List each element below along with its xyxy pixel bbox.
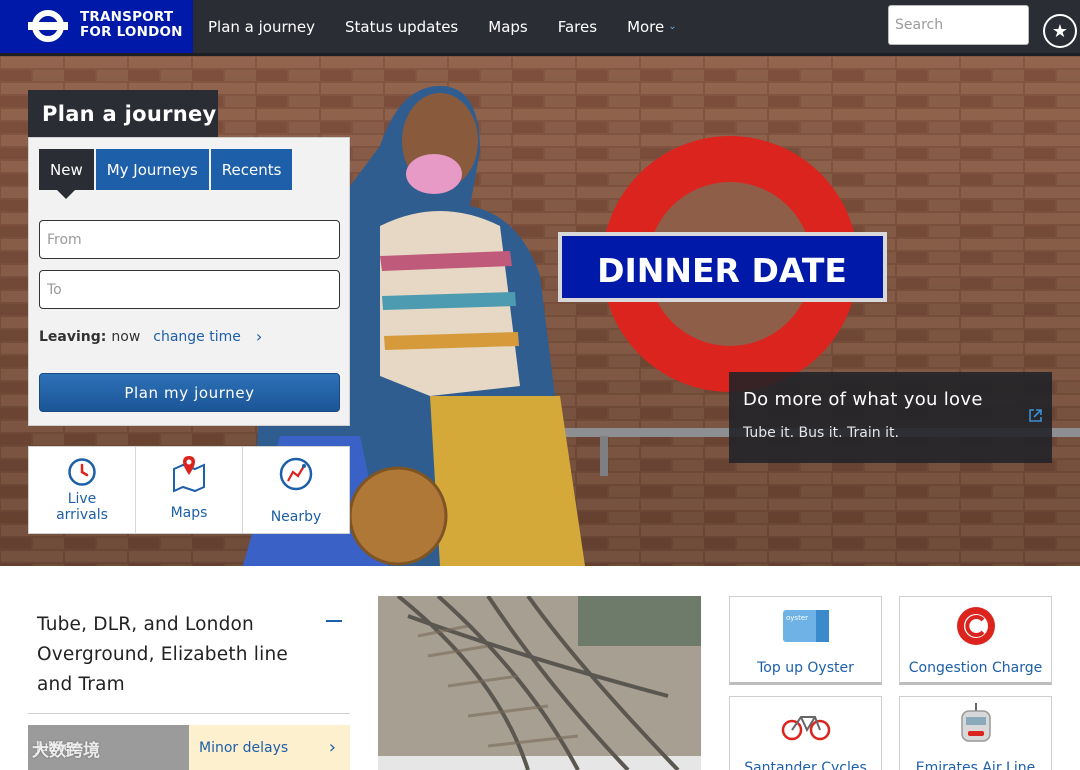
nav-maps[interactable]: Maps: [488, 18, 527, 36]
brand-text: TRANSPORT FOR LONDON: [80, 10, 183, 40]
bicycle-icon: [781, 716, 830, 741]
chevron-right-icon: ›: [255, 327, 263, 346]
clock-icon: [68, 458, 96, 486]
main-nav: Plan a journey Status updates Maps Fares…: [208, 0, 707, 53]
plan-my-journey-button[interactable]: Plan my journey: [39, 373, 340, 412]
watermark-text: 大数跨境: [32, 741, 100, 761]
live-arrivals-link[interactable]: Live arrivals: [29, 447, 136, 533]
tab-my-journeys[interactable]: My Journeys: [95, 149, 209, 190]
search-input[interactable]: [888, 5, 1029, 45]
maps-link[interactable]: Maps: [136, 447, 243, 533]
tab-new[interactable]: New: [39, 149, 94, 199]
nav-status-updates[interactable]: Status updates: [345, 18, 458, 36]
watermark: 大数跨境: [6, 736, 100, 761]
tab-recents[interactable]: Recents: [210, 149, 293, 190]
tile-label: Top up Oyster: [757, 660, 854, 676]
tile-label: Emirates Air Line: [915, 760, 1036, 770]
nav-more[interactable]: More ⌄: [627, 18, 677, 36]
leaving-label: Leaving:: [39, 328, 107, 345]
nav-fares[interactable]: Fares: [558, 18, 597, 36]
roundel-sign-text: DINNER DATE: [597, 251, 847, 290]
promo-card[interactable]: Do more of what you love Tube it. Bus it…: [729, 372, 1052, 463]
oyster-card-icon: oyster: [782, 610, 829, 642]
tile-label: Santander Cycles: [744, 760, 867, 770]
tfl-logo-link[interactable]: TRANSPORT FOR LONDON: [0, 0, 193, 53]
nearby-label: Nearby: [270, 509, 322, 525]
promo-title: Do more of what you love: [743, 389, 983, 410]
tfl-roundel-icon: [28, 10, 68, 42]
map-pin-icon: [173, 456, 205, 493]
collapse-minus-icon[interactable]: [326, 620, 342, 622]
top-up-oyster-tile[interactable]: oyster Top up Oyster: [729, 596, 882, 685]
to-input[interactable]: [39, 270, 340, 309]
change-time-link[interactable]: change time: [153, 329, 241, 345]
nav-more-label: More: [627, 17, 665, 36]
nearby-link[interactable]: Nearby: [243, 447, 349, 533]
top-bar: TRANSPORT FOR LONDON Plan a journey Stat…: [0, 0, 1080, 56]
star-icon: ★: [1051, 20, 1069, 42]
plan-journey-heading: Plan a journey: [28, 90, 218, 137]
external-link-icon: [1029, 409, 1042, 422]
santander-cycles-tile[interactable]: Santander Cycles: [729, 696, 882, 770]
brand-line-2: FOR LONDON: [80, 24, 183, 40]
quick-links: Live arrivals Maps Nearby: [28, 446, 350, 534]
from-input[interactable]: [39, 220, 340, 259]
cable-car-icon: [960, 703, 991, 742]
leaving-row: Leaving: now change time ›: [39, 327, 262, 346]
planner-tabs: New My Journeys Recents: [39, 149, 293, 199]
hero-banner: DINNER DATE Plan a journey New My Journe…: [0, 56, 1080, 566]
compass-icon: [279, 457, 313, 491]
railway-track-image: [378, 596, 701, 770]
nav-plan-a-journey[interactable]: Plan a journey: [208, 18, 315, 36]
line-status: Minor delays ›: [189, 725, 350, 770]
watermark-logo-icon: [7, 739, 25, 758]
plan-journey-panel: New My Journeys Recents Leaving: now cha…: [28, 137, 350, 426]
leaving-value: now: [111, 328, 141, 345]
oyster-card-text: oyster: [786, 614, 808, 622]
chevron-right-icon: ›: [328, 737, 336, 758]
emirates-air-line-tile[interactable]: Emirates Air Line: [899, 696, 1052, 770]
tile-label: Congestion Charge: [908, 660, 1043, 676]
congestion-charge-icon: [956, 607, 995, 645]
promo-subtitle: Tube it. Bus it. Train it.: [743, 425, 899, 441]
divider: [28, 713, 350, 714]
maps-label: Maps: [170, 505, 208, 521]
favourites-star-button[interactable]: ★: [1043, 14, 1077, 48]
track-photo-card[interactable]: [378, 596, 701, 770]
brand-line-1: TRANSPORT: [80, 9, 174, 25]
line-status-text: Minor delays: [199, 739, 289, 756]
status-heading: Tube, DLR, and London Overground, Elizab…: [37, 614, 288, 695]
chevron-down-icon: ⌄: [668, 21, 677, 32]
live-arrivals-label: Live arrivals: [56, 491, 108, 523]
congestion-charge-tile[interactable]: Congestion Charge: [899, 596, 1052, 685]
